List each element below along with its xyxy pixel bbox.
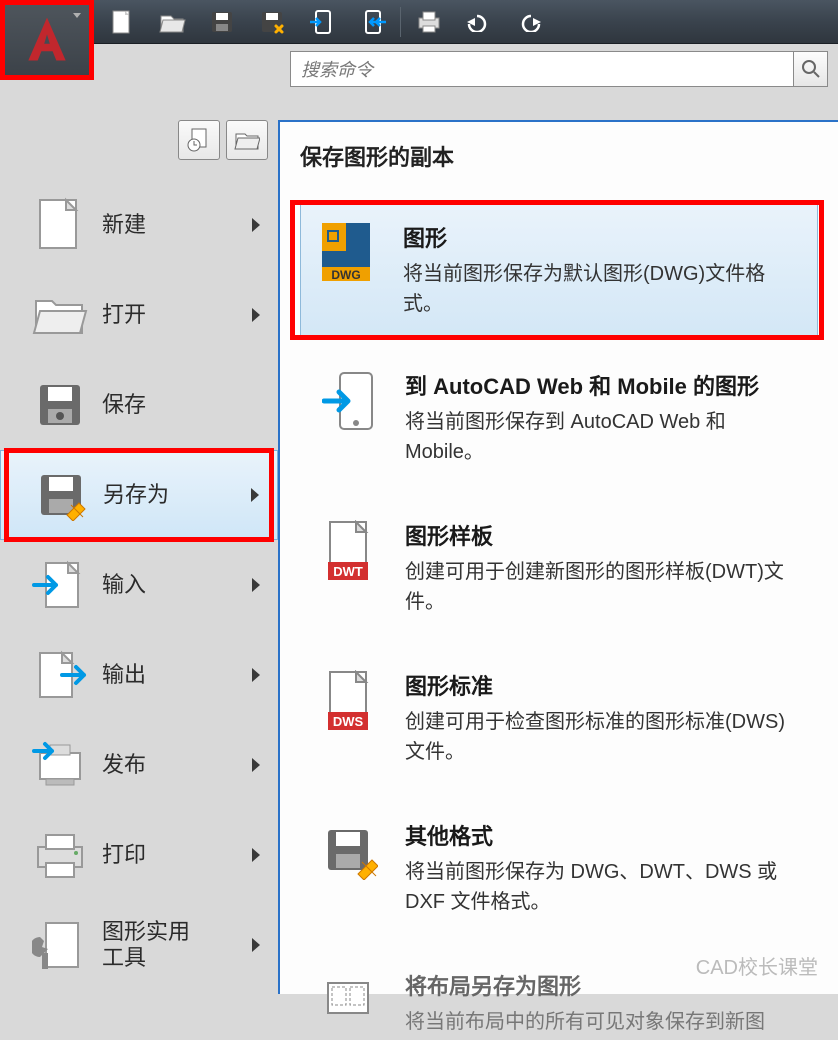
search-row: 搜索命令 [0, 44, 838, 94]
search-input[interactable]: 搜索命令 [290, 51, 794, 87]
menu-label: 保存 [102, 392, 146, 418]
menu-label: 输入 [102, 572, 146, 598]
export-icon [28, 643, 92, 707]
publish-icon [28, 733, 92, 797]
sub-desc: 将当前图形保存为默认图形(DWG)文件格式。 [403, 259, 803, 319]
qat-web-save-icon[interactable] [350, 4, 394, 40]
menu-label: 打印 [102, 842, 146, 868]
menu-save[interactable]: 保存 [0, 360, 278, 450]
dwt-file-icon: DWT [317, 519, 383, 585]
sub-title: 图形标准 [405, 669, 801, 701]
submenu-arrow-icon [251, 488, 259, 502]
watermark-text: CAD校长课堂 [696, 951, 818, 980]
search-icon [801, 59, 821, 79]
other-format-icon [317, 819, 383, 885]
dws-file-icon: DWS [317, 669, 383, 735]
submenu-arrow-icon [252, 938, 260, 952]
qat-web-open-icon[interactable] [300, 4, 344, 40]
submenu-arrow-icon [252, 578, 260, 592]
menu-open[interactable]: 打开 [0, 270, 278, 360]
sub-desc: 将当前布局中的所有可见对象保存到新图 [405, 1007, 765, 1037]
qat-open-icon[interactable] [150, 4, 194, 40]
qat-new-icon[interactable] [100, 4, 144, 40]
sub-desc: 将当前图形保存为 DWG、DWT、DWS 或 DXF 文件格式。 [405, 857, 801, 917]
print-icon [28, 823, 92, 887]
submenu-arrow-icon [252, 308, 260, 322]
menu-print[interactable]: 打印 [0, 810, 278, 900]
separator [400, 7, 401, 37]
sub-title: 图形 [403, 221, 803, 253]
menu-label: 图形实用 工具 [102, 919, 190, 972]
menu-publish[interactable]: 发布 [0, 720, 278, 810]
menu-export[interactable]: 输出 [0, 630, 278, 720]
svg-text:DWS: DWS [333, 714, 364, 729]
sub-desc: 将当前图形保存到 AutoCAD Web 和 Mobile。 [405, 407, 801, 467]
menu-label: 发布 [102, 752, 146, 778]
saveas-submenu-panel: 保存图形的副本 DWG 图形 将当前图形保存为默认图形(DWG)文件格式。 [278, 120, 838, 994]
saveas-dws[interactable]: DWS 图形标准 创建可用于检查图形标准的图形标准(DWS)文件。 [300, 646, 818, 790]
saveas-other-formats[interactable]: 其他格式 将当前图形保存为 DWG、DWT、DWS 或 DXF 文件格式。 [300, 796, 818, 940]
qat-undo-icon[interactable] [457, 4, 501, 40]
saveas-dwg[interactable]: DWG 图形 将当前图形保存为默认图形(DWG)文件格式。 [300, 200, 818, 340]
quick-access-toolbar [0, 0, 838, 44]
utilities-icon [28, 913, 92, 977]
layout-save-icon [317, 969, 383, 1035]
main-menu: 新建 打开 保存 另存为 输入 [0, 120, 278, 994]
menu-new[interactable]: 新建 [0, 180, 278, 270]
save-disk-icon [28, 373, 92, 437]
sub-title: 图形样板 [405, 519, 801, 551]
saveas-disk-icon [29, 463, 93, 527]
dwg-file-icon: DWG [315, 221, 381, 287]
menu-label: 另存为 [103, 482, 169, 508]
menu-label: 输出 [102, 662, 146, 688]
saveas-dwt[interactable]: DWT 图形样板 创建可用于创建新图形的图形样板(DWT)文件。 [300, 496, 818, 640]
sub-desc: 创建可用于创建新图形的图形样板(DWT)文件。 [405, 557, 801, 617]
sub-title: 到 AutoCAD Web 和 Mobile 的图形 [405, 369, 801, 401]
sub-title: 其他格式 [405, 819, 801, 851]
submenu-arrow-icon [252, 668, 260, 682]
new-file-icon [28, 193, 92, 257]
panel-title: 保存图形的副本 [300, 140, 818, 172]
submenu-arrow-icon [252, 758, 260, 772]
menu-drawing-utilities[interactable]: 图形实用 工具 [0, 900, 278, 990]
web-mobile-icon [317, 369, 383, 435]
svg-text:DWT: DWT [333, 564, 363, 579]
menu-label: 打开 [102, 302, 146, 328]
application-menu: 新建 打开 保存 另存为 输入 [0, 120, 838, 994]
import-icon [28, 553, 92, 617]
autocad-logo-icon [19, 12, 75, 68]
submenu-arrow-icon [252, 218, 260, 232]
application-menu-button[interactable] [0, 0, 94, 80]
open-folder-icon [28, 283, 92, 347]
search-button[interactable] [794, 51, 828, 87]
chevron-down-icon [73, 13, 81, 18]
submenu-arrow-icon [252, 848, 260, 862]
qat-redo-icon[interactable] [507, 4, 551, 40]
search-placeholder: 搜索命令 [301, 56, 373, 82]
menu-saveas[interactable]: 另存为 [0, 450, 278, 540]
svg-text:DWG: DWG [331, 268, 360, 282]
menu-import[interactable]: 输入 [0, 540, 278, 630]
saveas-web-mobile[interactable]: 到 AutoCAD Web 和 Mobile 的图形 将当前图形保存到 Auto… [300, 346, 818, 490]
qat-plot-icon[interactable] [407, 4, 451, 40]
sub-desc: 创建可用于检查图形标准的图形标准(DWS)文件。 [405, 707, 801, 767]
menu-label: 新建 [102, 212, 146, 238]
qat-saveas-icon[interactable] [250, 4, 294, 40]
qat-save-icon[interactable] [200, 4, 244, 40]
